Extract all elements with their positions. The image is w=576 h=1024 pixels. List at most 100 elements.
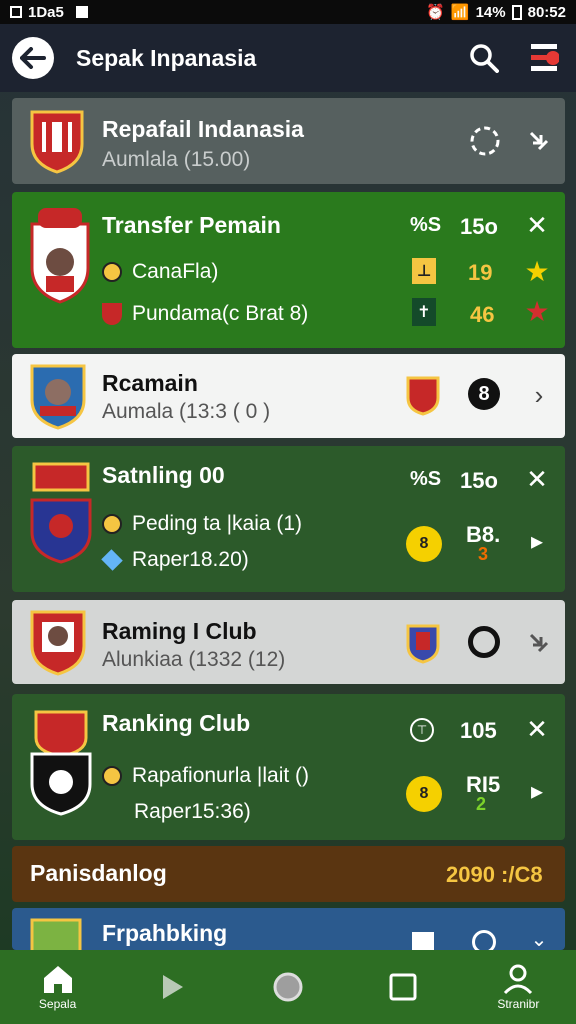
- square-icon: [389, 973, 417, 1001]
- chevron-down-icon[interactable]: ⌄: [528, 928, 550, 951]
- back-arrow-icon: [20, 47, 46, 69]
- clock-icon: ⊤: [410, 718, 434, 742]
- value-b: 2: [476, 794, 487, 814]
- app-bar: Sepak Inpanasia: [0, 24, 576, 92]
- row-text: Raper18.20): [132, 548, 249, 571]
- list-item[interactable]: Raming I Club Alunkiaa (1332 (12): [12, 600, 565, 684]
- nav-play[interactable]: [123, 972, 223, 1002]
- list-item[interactable]: Transfer Pemain %S 15o ✕ CanaFla) ⊥ 19 ★…: [12, 192, 565, 348]
- list-item[interactable]: Panisdanlog 2090 :/C8: [12, 846, 565, 902]
- card-title: Frpahbking: [102, 920, 228, 946]
- ring-icon: [472, 930, 496, 950]
- nav-label: Stranibr: [497, 997, 540, 1011]
- row-value: 46: [470, 302, 495, 327]
- star-icon[interactable]: ★: [522, 296, 552, 327]
- close-icon[interactable]: ✕: [524, 464, 550, 494]
- list-item[interactable]: Frpahbking ⌄: [12, 908, 565, 950]
- flag-icon: [412, 932, 434, 950]
- stat-value: 15o: [460, 468, 498, 493]
- status-bar: 1Da5 ⏰ 📶 14% 80:52: [0, 0, 576, 24]
- diamond-icon: [101, 549, 123, 571]
- shield-icon: [102, 303, 122, 325]
- menu-icon: [531, 44, 559, 71]
- close-icon[interactable]: ✕: [524, 714, 550, 744]
- alarm-icon: ⏰: [426, 4, 445, 21]
- badge-icon: ⊥: [412, 258, 436, 284]
- card-title: Rcamain: [102, 370, 198, 396]
- row-text: Rapafionurla |lait (): [132, 764, 310, 787]
- football-icon: [468, 124, 502, 158]
- club-crest-icon: [30, 918, 82, 950]
- club-badge-icon: [406, 376, 440, 416]
- list-item[interactable]: Repafail Indanasia Aumlala (15.00): [12, 98, 565, 184]
- card-title: Repafail Indanasia: [102, 116, 304, 142]
- card-subtitle: Alunkiaa (1332 (12): [102, 648, 286, 671]
- nav-home[interactable]: Sepala: [8, 963, 108, 1011]
- image-icon: [10, 6, 22, 18]
- card-title: Raming I Club: [102, 618, 257, 644]
- search-button[interactable]: [464, 38, 504, 78]
- share-arrow-icon[interactable]: [524, 628, 554, 658]
- back-button[interactable]: [12, 37, 54, 79]
- ball-icon: [102, 262, 122, 282]
- play-arrow-icon[interactable]: ▸: [524, 778, 550, 805]
- stat-value: 105: [460, 718, 497, 743]
- club-crest-icon: [30, 110, 84, 174]
- bottom-navigation: Sepala Stranibr: [0, 950, 576, 1024]
- value-b: 3: [478, 544, 489, 564]
- ring-icon: [468, 626, 500, 658]
- club-crest-icon: [30, 462, 92, 564]
- list-item[interactable]: Satnling 00 %S 15o ✕ Peding ta |kaia (1)…: [12, 446, 565, 592]
- nav-profile[interactable]: Stranibr: [468, 963, 568, 1011]
- share-arrow-icon[interactable]: [524, 126, 554, 156]
- status-left-text: 1Da5: [28, 3, 64, 21]
- circle-icon: [273, 972, 303, 1002]
- count-badge: 8: [468, 378, 500, 410]
- row-text: Pundama(c Brat 8): [132, 302, 309, 325]
- profile-icon: [504, 964, 533, 995]
- list-item[interactable]: Rcamain Aumala (13:3 ( 0 ) 8 ›: [12, 354, 565, 438]
- stat-value: 15o: [460, 214, 498, 239]
- search-icon: [470, 44, 499, 73]
- page-title: Sepak Inpanasia: [76, 44, 257, 71]
- close-icon[interactable]: ✕: [524, 210, 550, 240]
- menu-button[interactable]: [524, 38, 564, 78]
- chevron-right-icon[interactable]: ›: [524, 380, 554, 410]
- card-title: Ranking Club: [102, 710, 251, 736]
- ball-icon: [102, 514, 122, 534]
- card-value: 2090 :/C8: [446, 862, 543, 887]
- card-subtitle: Aumala (13:3 ( 0 ): [102, 400, 271, 423]
- club-crest-icon: [30, 610, 86, 676]
- card-title: Satnling 00: [102, 462, 225, 488]
- coin-icon: 8: [406, 776, 442, 812]
- battery-icon: [511, 4, 522, 20]
- play-icon: [162, 975, 183, 999]
- stat-label: %S: [410, 468, 442, 490]
- coin-icon: 8: [406, 526, 442, 562]
- card-subtitle: Aumlala (15.00): [102, 148, 251, 171]
- wifi-icon: 📶: [450, 4, 470, 21]
- ball-icon: [102, 766, 122, 786]
- club-crest-icon: [30, 364, 86, 430]
- play-arrow-icon[interactable]: ▸: [524, 528, 550, 555]
- stat-label: %S: [410, 214, 442, 236]
- photo-icon: [75, 6, 88, 18]
- row-value: 19: [468, 260, 493, 285]
- club-badge-icon: [406, 624, 440, 664]
- row-text: Peding ta |kaia (1): [132, 512, 303, 535]
- star-icon[interactable]: ★: [522, 256, 552, 287]
- nav-square[interactable]: [353, 972, 453, 1002]
- club-crest-icon: [30, 208, 90, 304]
- home-icon: [43, 966, 72, 993]
- clock-time: 80:52: [527, 3, 566, 21]
- club-crest-icon: [30, 710, 92, 816]
- battery-text: 14%: [475, 3, 506, 21]
- card-title: Transfer Pemain: [102, 212, 281, 238]
- card-title: Panisdanlog: [30, 860, 167, 886]
- row-text: Raper15:36): [134, 800, 251, 823]
- list-item[interactable]: Ranking Club ⊤ 105 ✕ Rapafionurla |lait …: [12, 694, 565, 840]
- nav-circle[interactable]: [238, 971, 338, 1003]
- row-text: CanaFla): [132, 260, 219, 283]
- nav-label: Sepala: [38, 997, 77, 1011]
- flag-icon: ✝: [412, 298, 436, 326]
